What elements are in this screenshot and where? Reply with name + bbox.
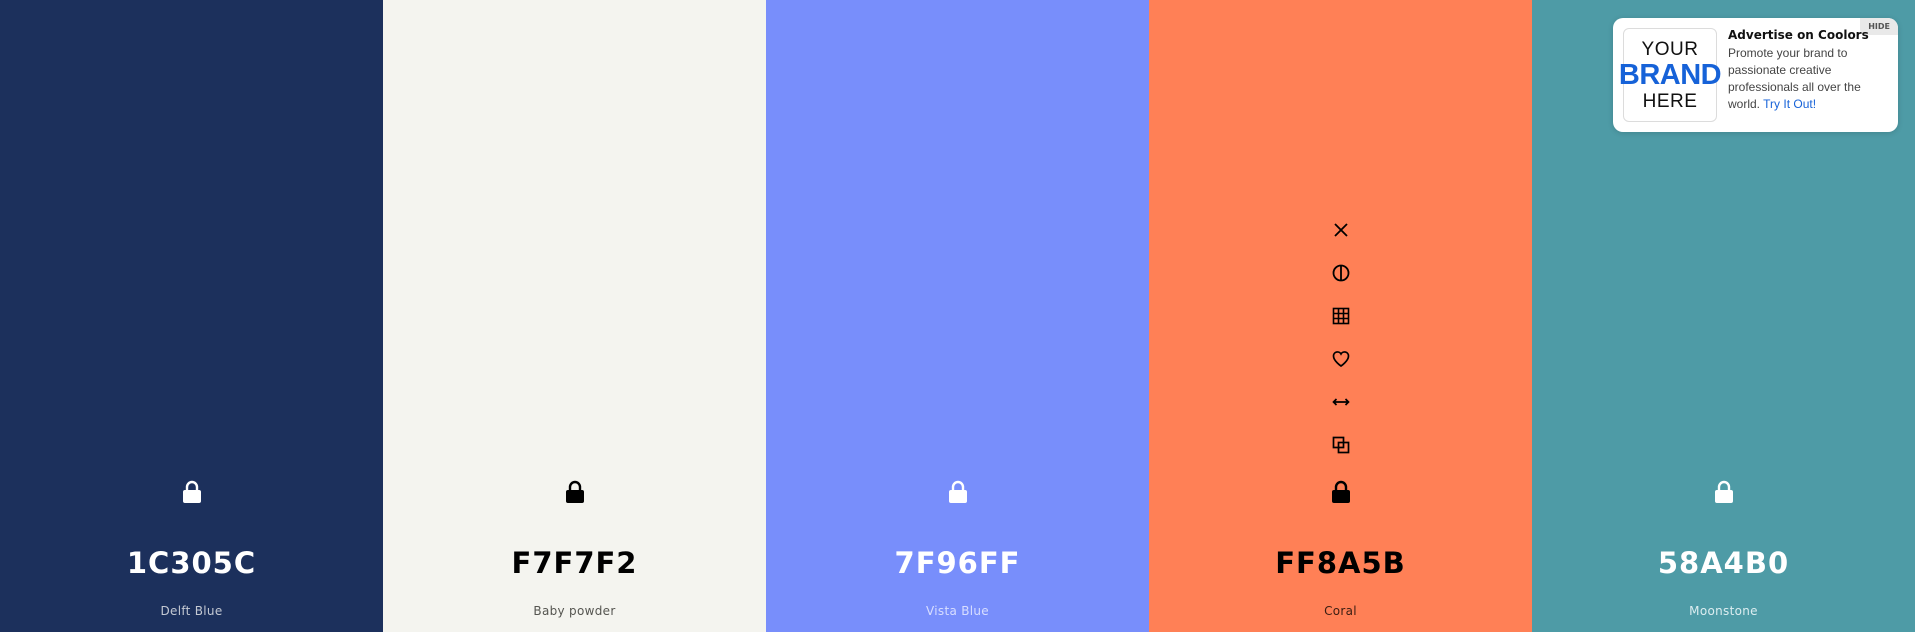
hex-code[interactable]: FF8A5B [1149,546,1532,580]
ad-logo-line-2: BRAND [1618,58,1722,91]
remove-icon[interactable] [1329,218,1353,242]
color-swatch-1[interactable]: 1C305C Delft Blue [0,0,383,632]
lock-icon[interactable] [180,479,204,505]
hex-code[interactable]: 1C305C [0,546,383,580]
lock-icon[interactable] [946,479,970,505]
ad-cta-link[interactable]: Try It Out! [1763,97,1816,111]
color-name[interactable]: Coral [1149,604,1532,618]
ad-card: HIDE YOUR BRAND HERE Advertise on Coolor… [1613,18,1898,132]
ad-body: Promote your brand to passionate creativ… [1728,45,1890,113]
drag-arrows-icon[interactable] [1329,390,1353,414]
swatch-toolbar [1329,218,1353,457]
favorite-heart-icon[interactable] [1329,347,1353,371]
color-name[interactable]: Vista Blue [766,604,1149,618]
lock-icon[interactable] [1329,479,1353,505]
color-name[interactable]: Moonstone [1532,604,1915,618]
color-name[interactable]: Baby powder [383,604,766,618]
lock-icon[interactable] [1712,479,1736,505]
color-name[interactable]: Delft Blue [0,604,383,618]
hex-code[interactable]: 58A4B0 [1532,546,1915,580]
ad-text: Advertise on Coolors Promote your brand … [1728,28,1890,113]
hex-code[interactable]: F7F7F2 [383,546,766,580]
ad-logo-line-1: YOUR [1641,38,1699,60]
color-swatch-2[interactable]: F7F7F2 Baby powder [383,0,766,632]
ad-brand-logo[interactable]: YOUR BRAND HERE [1619,28,1722,122]
color-swatch-3[interactable]: 7F96FF Vista Blue [766,0,1149,632]
ad-title[interactable]: Advertise on Coolors [1728,28,1890,42]
hex-code[interactable]: 7F96FF [766,546,1149,580]
shades-icon[interactable] [1329,261,1353,285]
lock-icon[interactable] [563,479,587,505]
grid-icon[interactable] [1329,304,1353,328]
copy-icon[interactable] [1329,433,1353,457]
ad-logo-line-3: HERE [1642,90,1698,112]
color-swatch-4[interactable]: FF8A5B Coral [1149,0,1532,632]
